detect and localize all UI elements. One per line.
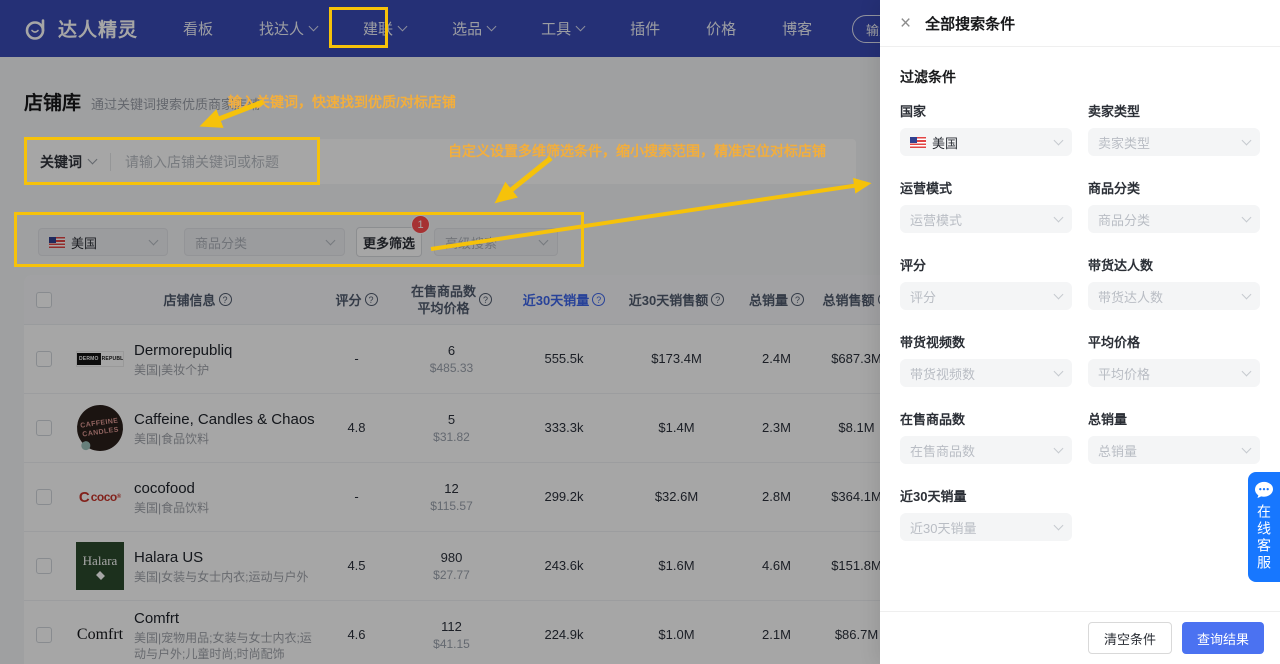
field-seller-type: 卖家类型 卖家类型 (1088, 89, 1260, 156)
search-conditions-drawer: × 全部搜索条件 过滤条件 国家 美国 卖家类型 卖家类型 (880, 0, 1280, 664)
close-icon[interactable]: × (900, 14, 911, 33)
clear-conditions-button[interactable]: 清空条件 (1088, 622, 1172, 654)
chevron-down-icon (1054, 520, 1064, 530)
field-product-count: 在售商品数 在售商品数 (900, 397, 1072, 464)
customer-service-tab[interactable]: 在线客服 (1248, 472, 1280, 582)
chat-bubble-icon (1254, 481, 1274, 499)
country-select[interactable]: 美国 (900, 128, 1072, 156)
chevron-down-icon (1242, 289, 1252, 299)
chevron-down-icon (1054, 443, 1064, 453)
drawer-backdrop[interactable] (0, 0, 880, 664)
us-flag-icon (910, 137, 926, 148)
filter-section-title: 过滤条件 (900, 67, 1260, 87)
chevron-down-icon (1054, 289, 1064, 299)
sales-30d-select[interactable]: 近30天销量 (900, 513, 1072, 541)
drawer-footer: 清空条件 查询结果 (880, 611, 1280, 664)
field-video-count: 带货视频数 带货视频数 (900, 320, 1072, 387)
chevron-down-icon (1242, 443, 1252, 453)
filter-fields-grid: 国家 美国 卖家类型 卖家类型 运营模式 (900, 89, 1260, 541)
drawer-body: 过滤条件 国家 美国 卖家类型 卖家类型 (880, 67, 1280, 541)
category-select[interactable]: 商品分类 (1088, 205, 1260, 233)
field-country: 国家 美国 (900, 89, 1072, 156)
field-category: 商品分类 商品分类 (1088, 166, 1260, 233)
rating-select[interactable]: 评分 (900, 282, 1072, 310)
chevron-down-icon (1242, 212, 1252, 222)
drawer-title: 全部搜索条件 (925, 13, 1015, 34)
field-average-price: 平均价格 平均价格 (1088, 320, 1260, 387)
field-creator-count: 带货达人数 带货达人数 (1088, 243, 1260, 310)
chevron-down-icon (1054, 366, 1064, 376)
product-count-select[interactable]: 在售商品数 (900, 436, 1072, 464)
operation-mode-select[interactable]: 运营模式 (900, 205, 1072, 233)
query-results-button[interactable]: 查询结果 (1182, 622, 1264, 654)
chevron-down-icon (1242, 135, 1252, 145)
field-rating: 评分 评分 (900, 243, 1072, 310)
drawer-header: × 全部搜索条件 (880, 0, 1280, 47)
field-total-sales: 总销量 总销量 (1088, 397, 1260, 464)
average-price-select[interactable]: 平均价格 (1088, 359, 1260, 387)
seller-type-select[interactable]: 卖家类型 (1088, 128, 1260, 156)
field-sales-30d: 近30天销量 近30天销量 (900, 474, 1072, 541)
chevron-down-icon (1054, 135, 1064, 145)
chevron-down-icon (1242, 366, 1252, 376)
customer-service-label: 在线客服 (1257, 504, 1271, 572)
chevron-down-icon (1054, 212, 1064, 222)
field-operation-mode: 运营模式 运营模式 (900, 166, 1072, 233)
video-count-select[interactable]: 带货视频数 (900, 359, 1072, 387)
total-sales-select[interactable]: 总销量 (1088, 436, 1260, 464)
app-window: 达人精灵 看板 找达人 建联 选品 工具 插件 价格 博客 输入 店铺库 通过关… (0, 0, 1280, 664)
creator-count-select[interactable]: 带货达人数 (1088, 282, 1260, 310)
